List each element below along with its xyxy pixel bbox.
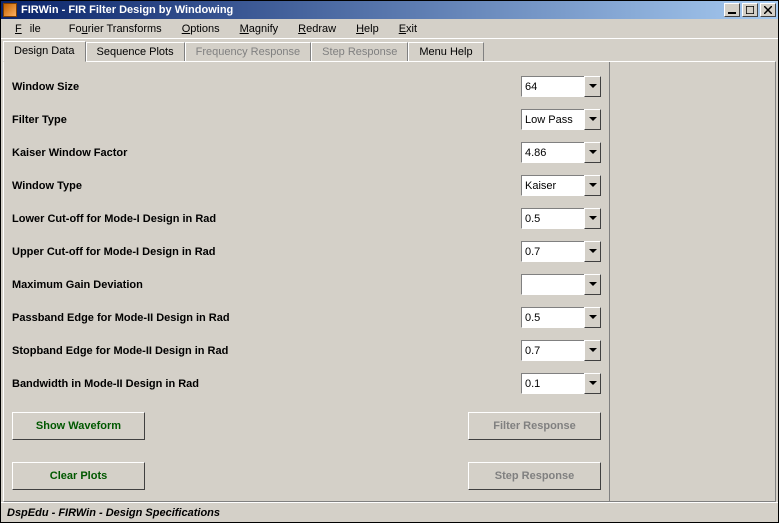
input-stopband-edge[interactable]: [521, 340, 584, 361]
clear-plots-button[interactable]: Clear Plots: [12, 462, 145, 490]
label-max-gain-deviation: Maximum Gain Deviation: [12, 279, 521, 291]
menu-options[interactable]: Options: [174, 22, 228, 36]
input-window-size[interactable]: [521, 76, 584, 97]
chevron-down-icon[interactable]: [584, 208, 601, 229]
titlebar: FIRWin - FIR Filter Design by Windowing: [1, 1, 778, 19]
combo-passband-edge[interactable]: [521, 307, 601, 328]
menu-magnify[interactable]: Magnify: [232, 22, 287, 36]
combo-bandwidth[interactable]: [521, 373, 601, 394]
form-pane: Window Size Filter Type Kaiser Window Fa…: [4, 62, 609, 501]
row-lower-cutoff: Lower Cut-off for Mode-I Design in Rad: [12, 202, 601, 235]
label-passband-edge: Passband Edge for Mode-II Design in Rad: [12, 312, 521, 324]
tab-frequency-response: Frequency Response: [185, 42, 312, 61]
chevron-down-icon[interactable]: [584, 241, 601, 262]
status-text: DspEdu - FIRWin - Design Specifications: [7, 507, 220, 519]
chevron-down-icon[interactable]: [584, 373, 601, 394]
input-upper-cutoff[interactable]: [521, 241, 584, 262]
show-waveform-button[interactable]: Show Waveform: [12, 412, 145, 440]
tab-design-data[interactable]: Design Data: [3, 41, 86, 62]
tab-bar: Design Data Sequence Plots Frequency Res…: [1, 39, 778, 61]
row-kaiser-window-factor: Kaiser Window Factor: [12, 136, 601, 169]
combo-kaiser-window-factor[interactable]: [521, 142, 601, 163]
combo-max-gain-deviation[interactable]: [521, 274, 601, 295]
input-filter-type[interactable]: [521, 109, 584, 130]
side-pane: [609, 62, 775, 501]
minimize-button[interactable]: [724, 3, 740, 17]
combo-stopband-edge[interactable]: [521, 340, 601, 361]
combo-window-size[interactable]: [521, 76, 601, 97]
chevron-down-icon[interactable]: [584, 76, 601, 97]
content-area: Window Size Filter Type Kaiser Window Fa…: [3, 61, 776, 502]
menu-file[interactable]: File: [7, 22, 57, 36]
input-window-type[interactable]: [521, 175, 584, 196]
chevron-down-icon[interactable]: [584, 274, 601, 295]
input-bandwidth[interactable]: [521, 373, 584, 394]
app-window: FIRWin - FIR Filter Design by Windowing …: [0, 0, 779, 523]
window-title: FIRWin - FIR Filter Design by Windowing: [21, 4, 724, 16]
chevron-down-icon[interactable]: [584, 340, 601, 361]
chevron-down-icon[interactable]: [584, 175, 601, 196]
combo-window-type[interactable]: [521, 175, 601, 196]
menu-fourier-transforms[interactable]: Fourier Transforms: [61, 22, 170, 36]
row-filter-type: Filter Type: [12, 103, 601, 136]
row-window-size: Window Size: [12, 70, 601, 103]
combo-filter-type[interactable]: [521, 109, 601, 130]
row-bandwidth: Bandwidth in Mode-II Design in Rad: [12, 367, 601, 400]
app-icon: [3, 3, 17, 17]
menu-redraw[interactable]: Redraw: [290, 22, 344, 36]
chevron-down-icon[interactable]: [584, 307, 601, 328]
label-stopband-edge: Stopband Edge for Mode-II Design in Rad: [12, 345, 521, 357]
row-stopband-edge: Stopband Edge for Mode-II Design in Rad: [12, 334, 601, 367]
menu-help[interactable]: Help: [348, 22, 387, 36]
combo-upper-cutoff[interactable]: [521, 241, 601, 262]
chevron-down-icon[interactable]: [584, 142, 601, 163]
row-upper-cutoff: Upper Cut-off for Mode-I Design in Rad: [12, 235, 601, 268]
label-lower-cutoff: Lower Cut-off for Mode-I Design in Rad: [12, 213, 521, 225]
tab-step-response: Step Response: [311, 42, 408, 61]
label-kaiser-window-factor: Kaiser Window Factor: [12, 147, 521, 159]
row-window-type: Window Type: [12, 169, 601, 202]
tab-menu-help[interactable]: Menu Help: [408, 42, 483, 61]
window-controls: [724, 3, 776, 17]
chevron-down-icon[interactable]: [584, 109, 601, 130]
step-response-button: Step Response: [468, 462, 601, 490]
label-bandwidth: Bandwidth in Mode-II Design in Rad: [12, 378, 521, 390]
menubar: File Fourier Transforms Options Magnify …: [1, 19, 778, 39]
maximize-button[interactable]: [742, 3, 758, 17]
combo-lower-cutoff[interactable]: [521, 208, 601, 229]
row-passband-edge: Passband Edge for Mode-II Design in Rad: [12, 301, 601, 334]
menu-exit[interactable]: Exit: [391, 22, 425, 36]
label-filter-type: Filter Type: [12, 114, 521, 126]
button-row-2: Clear Plots Step Response: [12, 462, 601, 490]
filter-response-button: Filter Response: [468, 412, 601, 440]
row-max-gain-deviation: Maximum Gain Deviation: [12, 268, 601, 301]
button-row-1: Show Waveform Filter Response: [12, 412, 601, 440]
tab-sequence-plots[interactable]: Sequence Plots: [86, 42, 185, 61]
close-button[interactable]: [760, 3, 776, 17]
status-bar: DspEdu - FIRWin - Design Specifications: [1, 502, 778, 522]
label-upper-cutoff: Upper Cut-off for Mode-I Design in Rad: [12, 246, 521, 258]
input-max-gain-deviation[interactable]: [521, 274, 584, 295]
label-window-size: Window Size: [12, 81, 521, 93]
input-kaiser-window-factor[interactable]: [521, 142, 584, 163]
input-lower-cutoff[interactable]: [521, 208, 584, 229]
label-window-type: Window Type: [12, 180, 521, 192]
input-passband-edge[interactable]: [521, 307, 584, 328]
